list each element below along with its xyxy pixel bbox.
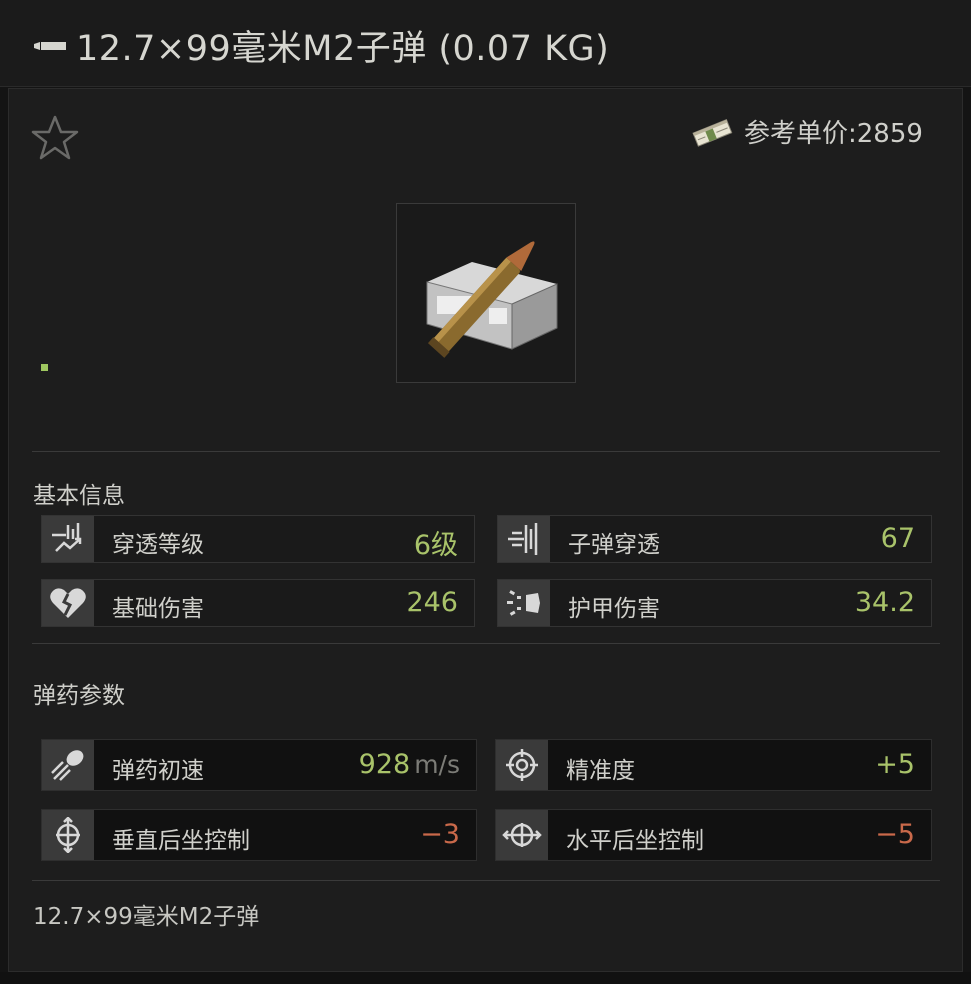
stat-label: 水平后坐控制 [566,828,704,854]
vertical-recoil-icon [56,817,80,853]
section-title-ammo: 弹药参数 [33,683,125,709]
stat-muzzle-velocity: 弹药初速 928 m/s [41,739,477,791]
section-title-basic: 基本信息 [33,483,125,509]
favorite-star-icon[interactable] [30,114,80,162]
velocity-unit: m/s [414,750,460,779]
item-name-footer: 12.7×99毫米M2子弹 [33,904,260,930]
bullet-penetration-icon [508,523,538,555]
stat-value: −3 [420,819,460,850]
armor-damage-icon [507,590,540,616]
broken-heart-icon [50,588,86,618]
stat-value: 6级 [413,530,458,561]
status-indicator [41,364,48,371]
stat-value: −5 [875,819,915,850]
stat-label: 基础伤害 [112,596,204,622]
crosshair-icon [506,749,538,781]
divider [32,880,940,881]
stat-value: +5 [875,749,915,780]
bullet-icon [34,42,66,50]
stat-value: 34.2 [854,587,915,618]
stat-vertical-recoil: 垂直后坐控制 −3 [41,809,477,861]
stat-label: 穿透等级 [112,532,204,558]
stat-accuracy: 精准度 +5 [495,739,932,791]
stat-value: 928 m/s [359,749,460,780]
stat-label: 子弹穿透 [568,532,660,558]
stat-horizontal-recoil: 水平后坐控制 −5 [495,809,932,861]
reference-price: 参考单价:2859 [744,119,923,149]
stat-label: 精准度 [566,758,635,784]
money-icon [692,119,733,147]
stat-value: 246 [406,587,458,618]
penetration-level-icon [52,523,82,552]
stat-bullet-penetration: 子弹穿透 67 [497,515,932,563]
stat-label: 垂直后坐控制 [112,828,250,854]
stat-label: 护甲伤害 [568,596,660,622]
divider [32,643,940,644]
item-title: 12.7×99毫米M2子弹 (0.07 KG) [76,29,610,69]
velocity-icon [51,750,84,781]
stat-base-damage: 基础伤害 246 [41,579,475,627]
stat-label: 弹药初速 [112,758,204,784]
stat-armor-damage: 护甲伤害 34.2 [497,579,932,627]
ammo-box-image [426,241,558,358]
title-bar: 12.7×99毫米M2子弹 (0.07 KG) [0,0,971,87]
bottom-edge [0,972,971,984]
stat-value: 67 [880,523,915,554]
stat-penetration-level: 穿透等级 6级 [41,515,475,563]
horizontal-recoil-icon [502,823,542,847]
item-image-frame [396,203,576,383]
divider [32,451,940,452]
velocity-number: 928 [358,749,411,780]
